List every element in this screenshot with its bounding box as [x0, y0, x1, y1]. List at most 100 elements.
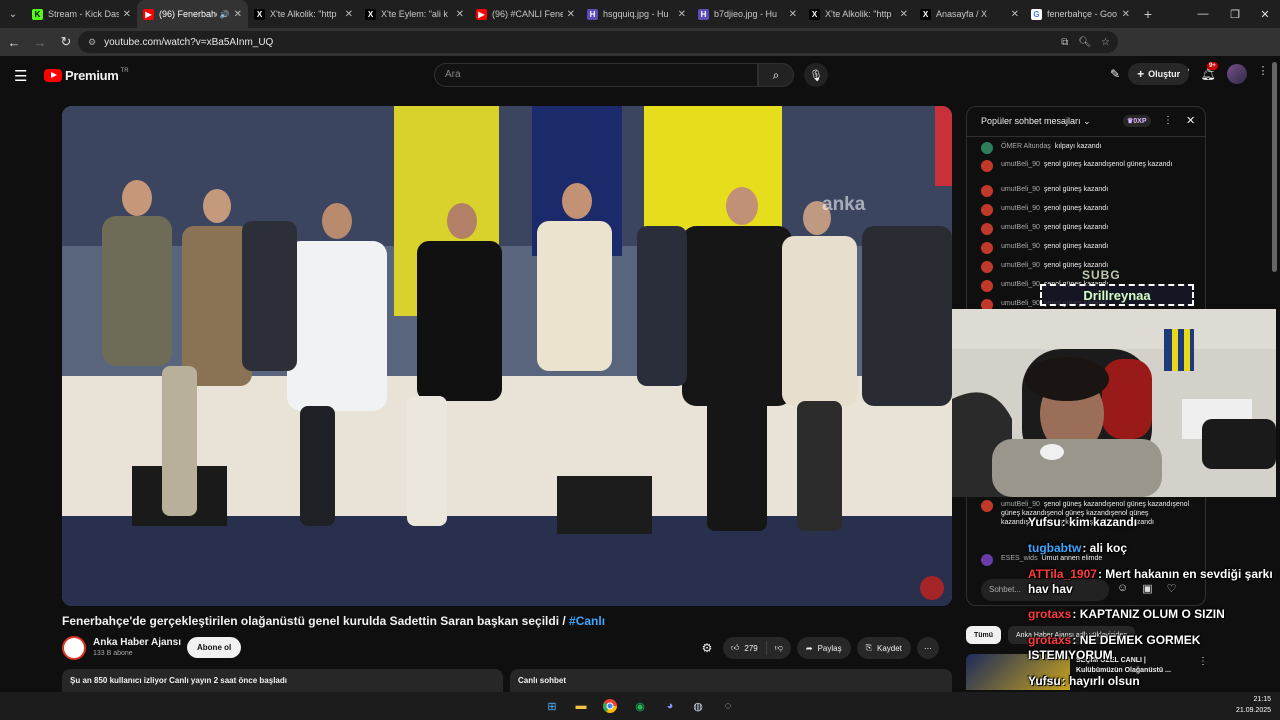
gear-icon[interactable]: ⚙ — [697, 641, 717, 655]
tab-close-icon[interactable]: ✕ — [1122, 9, 1130, 20]
browser-tab[interactable]: Gfenerbahçe - Goo ✕ — [1025, 0, 1136, 28]
chat-message[interactable]: ESES_wids Umut annen elimde — [981, 554, 1191, 566]
chat-mode-dropdown[interactable]: Popüler sohbet mesajları ⌄ — [981, 116, 1091, 127]
tab-title: Anasayfa / X — [936, 9, 988, 19]
tab-favicon-icon: H — [587, 8, 598, 20]
browser-tab[interactable]: ▶ (96) Fenerbahçe🔊 ✕ — [137, 0, 248, 28]
video-title: Fenerbahçe'de gerçekleştirilen olağanüst… — [62, 614, 605, 628]
share-button[interactable]: ➦ Paylaş — [796, 637, 851, 659]
browser-tab[interactable]: X X'te Alkolik: "http ✕ — [803, 0, 914, 28]
chat-message[interactable]: umutBeli_90şenol güneş kazandı — [981, 223, 1191, 235]
chat-author: umutBeli_90 — [1001, 501, 1040, 508]
tab-close-icon[interactable]: ✕ — [234, 9, 242, 20]
browser-tab[interactable]: K Stream - Kick Das ✕ — [26, 0, 137, 28]
overlay-username: grotaxs — [1028, 633, 1072, 647]
system-clock[interactable]: 21:15 21.09.2025 — [1236, 694, 1271, 716]
video-player[interactable]: anka — [62, 106, 952, 606]
dislike-button[interactable]: 👎︎ — [767, 643, 791, 653]
zoom-icon[interactable]: 🔍︎ — [1078, 37, 1091, 48]
browser-tab[interactable]: Hb7djieo.jpg - Hu ✕ — [692, 0, 803, 28]
tab-close-icon[interactable]: ✕ — [789, 9, 797, 20]
browser-tab[interactable]: X X'te Alkolik: "http ✕ — [248, 0, 359, 28]
super-chat-icon[interactable]: ▣ — [1142, 582, 1152, 595]
bookmark-star-icon[interactable]: ☆ — [1101, 37, 1110, 48]
search-input[interactable]: Ara — [434, 63, 758, 87]
description-box[interactable]: Şu an 850 kullanıcı izliyor Canlı yayın … — [62, 669, 503, 693]
browser-tab[interactable]: ▶ (96) #CANLI Fener ✕ — [470, 0, 581, 28]
forward-icon[interactable]: → — [28, 30, 52, 54]
tab-close-icon[interactable]: ✕ — [1011, 9, 1019, 20]
like-button[interactable]: 👍︎ 279 — [723, 641, 767, 655]
notification-badge: 9+ — [1207, 62, 1218, 70]
chat-message[interactable]: ÖMER Altundaş kılpayı kazandı — [981, 142, 1191, 154]
account-avatar[interactable] — [1227, 64, 1248, 84]
minimize-button[interactable]: — — [1186, 0, 1220, 28]
overlay-chat-line: grotaxs: NE DEMEK GORMEK — [1028, 633, 1200, 647]
tab-favicon-icon: X — [365, 8, 376, 20]
studio-icon[interactable]: ✎ — [1110, 67, 1120, 81]
tab-close-icon[interactable]: ✕ — [123, 9, 131, 20]
hashtag-link[interactable]: #Canlı — [569, 614, 605, 628]
channel-name[interactable]: Anka Haber Ajansı — [93, 637, 181, 648]
subscribe-button[interactable]: Abone ol — [187, 637, 242, 658]
tab-close-icon[interactable]: ✕ — [345, 9, 353, 20]
chat-message[interactable]: umutBeli_90şenol güneş kazandı — [981, 185, 1191, 197]
spotify-icon[interactable]: ◉ — [630, 696, 650, 716]
related-more-icon[interactable]: ⋮ — [1198, 656, 1208, 667]
tab-search-icon[interactable]: ⌄ — [0, 0, 26, 28]
close-chat-icon[interactable]: ✕ — [1186, 114, 1195, 127]
chat-message[interactable]: umutBeli_90şenol güneş kazandı — [981, 204, 1191, 216]
site-info-icon[interactable]: ⚙ — [88, 37, 96, 48]
heart-icon[interactable]: ♡ — [1167, 582, 1177, 595]
app-icon[interactable]: ◌ — [718, 696, 738, 716]
chat-mode-label: Popüler sohbet mesajları — [981, 116, 1081, 126]
close-window-button[interactable]: ✕ — [1248, 0, 1280, 28]
maximize-button[interactable]: ❐ — [1218, 0, 1252, 28]
chat-author-avatar — [981, 204, 993, 216]
voice-search-button[interactable]: 🎙︎ — [804, 63, 828, 87]
browser-tab[interactable]: X X'te Eylem: "ali k ✕ — [359, 0, 470, 28]
steam-icon[interactable]: ◍ — [688, 696, 708, 716]
tab-close-icon[interactable]: ✕ — [567, 9, 575, 20]
chip-all[interactable]: Tümü — [966, 626, 1002, 644]
create-button[interactable]: + Oluştur — [1128, 63, 1190, 85]
cast-icon[interactable]: ⧉ — [1061, 37, 1068, 48]
discord-icon[interactable]: ◕ — [660, 696, 680, 716]
browser-tab[interactable]: X Anasayfa / X ✕ — [914, 0, 1025, 28]
overlay-message-text: KAPTANIZ OLUM O SIZIN — [1079, 607, 1225, 621]
live-chat-box[interactable]: Canlı sohbet — [510, 669, 952, 693]
more-actions-button[interactable]: ⋯ — [916, 637, 939, 659]
thumbs-up-icon: 👍︎ — [731, 643, 740, 652]
chrome-icon[interactable] — [600, 696, 620, 716]
tab-close-icon[interactable]: ✕ — [678, 9, 686, 20]
windows-start-icon[interactable]: ⊞ — [542, 696, 562, 716]
page-scrollbar[interactable] — [1272, 62, 1277, 272]
chat-message[interactable]: umutBeli_90şenol güneş kazandı — [981, 242, 1191, 254]
back-icon[interactable]: ← — [2, 30, 26, 54]
emoji-icon[interactable]: ☺ — [1117, 582, 1128, 595]
url-field[interactable]: ⚙ youtube.com/watch?v=xBa5AInm_UQ ⧉ 🔍︎ ☆ — [78, 31, 1118, 53]
chat-author-avatar — [981, 261, 993, 273]
save-button[interactable]: ⎘ Kaydet — [856, 637, 911, 659]
clock-time: 21:15 — [1253, 696, 1272, 703]
browser-tab[interactable]: Hhsgquiq.jpg - Hu ✕ — [581, 0, 692, 28]
xp-badge[interactable]: ♛0XP — [1123, 115, 1151, 127]
hamburger-menu-icon[interactable]: ☰ — [14, 67, 27, 85]
search-button[interactable]: ⌕ — [758, 63, 794, 87]
channel-avatar[interactable] — [62, 636, 86, 660]
tab-favicon-icon: ▶ — [143, 8, 154, 20]
reload-icon[interactable]: ↻ — [54, 30, 78, 54]
overlay-colon: : — [1061, 674, 1070, 688]
tab-close-icon[interactable]: ✕ — [456, 9, 464, 20]
overlay-chat-line: Yufsu: kim kazandı — [1028, 515, 1137, 529]
file-explorer-icon[interactable]: ▬ — [571, 696, 591, 716]
new-tab-button[interactable]: + — [1136, 6, 1160, 22]
tab-close-icon[interactable]: ✕ — [900, 9, 908, 20]
chat-author: umutBeli_90 — [1001, 243, 1040, 250]
youtube-premium-logo[interactable]: Premium TR — [44, 68, 129, 83]
subscriber-count: 133 B abone — [93, 650, 133, 657]
notifications-bell-icon[interactable]: 🔔︎ 9+ — [1197, 62, 1219, 81]
tab-audio-icon[interactable]: 🔊 — [220, 10, 230, 19]
chat-message[interactable]: umutBeli_90 şenol güneş kazandışenol güne… — [981, 160, 1191, 172]
chat-menu-icon[interactable]: ⋮ — [1163, 115, 1173, 126]
